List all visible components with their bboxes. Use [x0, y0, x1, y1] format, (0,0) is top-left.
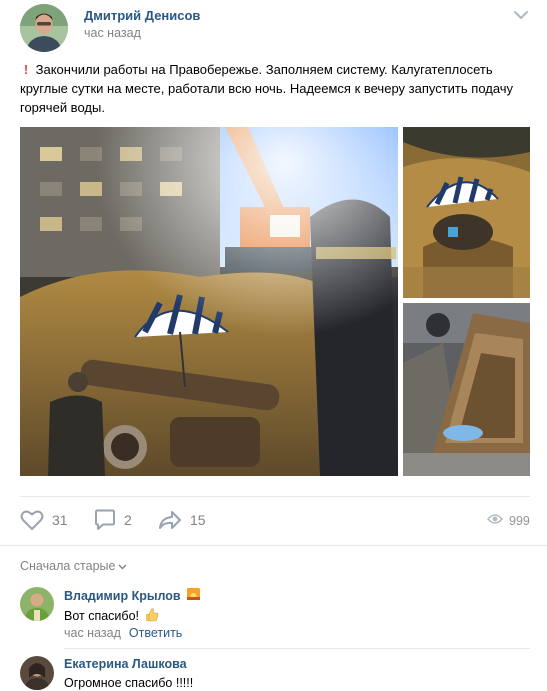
- share-icon: [158, 509, 182, 531]
- author-avatar[interactable]: [20, 4, 68, 52]
- post-text-body: Закончили работы на Правобережье. Заполн…: [20, 62, 514, 115]
- share-button[interactable]: 15: [158, 506, 206, 534]
- comment-author[interactable]: Екатерина Лашкова: [64, 657, 187, 671]
- post-actions: 31 2 15: [0, 506, 547, 534]
- like-count: 31: [52, 512, 68, 528]
- comment-count: 2: [124, 512, 132, 528]
- sunset-emoji-icon: [186, 588, 200, 603]
- thumbs-up-emoji-icon: [144, 607, 159, 625]
- exclamation-icon: !: [23, 62, 29, 77]
- comment-time[interactable]: час назад: [64, 626, 121, 640]
- chevron-down-icon: [115, 559, 127, 573]
- comment-icon: [94, 509, 116, 531]
- comment-text: Вот спасибо!: [64, 607, 159, 625]
- views-count: 999: [509, 514, 530, 528]
- actions-divider: [20, 496, 530, 497]
- comment-meta: час назад Ответить: [64, 626, 182, 640]
- post-photo-shelter[interactable]: [403, 303, 530, 476]
- eye-icon: [486, 512, 504, 530]
- comments-sort-label: Сначала старые: [20, 559, 116, 573]
- post-photo-umbrella[interactable]: [403, 127, 530, 298]
- commenter-avatar[interactable]: [20, 587, 54, 621]
- heart-icon: [20, 509, 44, 531]
- comment-button[interactable]: 2: [94, 506, 132, 534]
- comment-text: Огромное спасибо !!!!!: [64, 676, 194, 690]
- comments-divider: [0, 545, 547, 546]
- views-counter: 999: [486, 512, 530, 530]
- post-time[interactable]: час назад: [84, 26, 141, 40]
- post-author[interactable]: Дмитрий Денисов: [84, 8, 200, 23]
- share-count: 15: [190, 512, 206, 528]
- post-photo-main[interactable]: [20, 127, 398, 476]
- reply-link[interactable]: Ответить: [129, 626, 182, 640]
- like-button[interactable]: 31: [20, 506, 68, 534]
- chevron-down-icon[interactable]: [512, 8, 530, 22]
- comment-divider: [64, 648, 530, 649]
- post-header: Дмитрий Денисов час назад: [0, 0, 547, 56]
- post-text: ! Закончили работы на Правобережье. Запо…: [20, 60, 525, 117]
- comments-sort-dropdown[interactable]: Сначала старые: [20, 559, 127, 573]
- comment-author[interactable]: Владимир Крылов: [64, 588, 200, 603]
- commenter-avatar[interactable]: [20, 656, 54, 690]
